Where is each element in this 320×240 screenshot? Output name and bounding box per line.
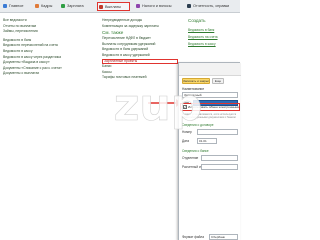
tab-label: Налоги и взносы: [142, 4, 172, 8]
tab-label: Выплаты: [105, 5, 122, 9]
tab-payments[interactable]: Выплаты: [97, 2, 130, 11]
staff-icon: [35, 4, 39, 8]
section-tab-bar: Главное Кадры Зарплата Выплаты Налоги и …: [0, 0, 240, 13]
number-label: Номер: [182, 130, 192, 134]
file-format-field[interactable]: Сбербанк: [209, 234, 238, 240]
account-field[interactable]: [201, 164, 238, 170]
bank-info-heading: Сведения о банке: [182, 149, 209, 153]
payments-icon: [99, 5, 103, 9]
more-button[interactable]: Еще: [212, 78, 224, 84]
tab-label: Отчетность, справки: [193, 4, 230, 8]
payments-links-left: Все ведомости Отчеты по выплатам Займы, …: [3, 18, 98, 77]
division-label: Отделение: [182, 156, 199, 160]
tab-staff[interactable]: Кадры: [34, 2, 52, 11]
create-bank-statement-link[interactable]: Ведомость в банк: [188, 28, 214, 32]
link-loans-transfers[interactable]: Займы, перечисления: [3, 29, 98, 35]
date-label: Дата: [182, 139, 190, 143]
tab-label: Кадры: [41, 4, 53, 8]
salary-icon: [61, 4, 65, 8]
reports-icon: [187, 4, 191, 8]
date-field[interactable]: 01.01: [197, 138, 217, 144]
taxes-icon: [136, 4, 140, 8]
watermark-text: zup: [114, 80, 202, 130]
file-format-label: Формат файла: [182, 235, 205, 239]
tab-label: Главное: [9, 4, 24, 8]
tab-salary[interactable]: Зарплата: [60, 2, 84, 11]
tab-taxes[interactable]: Налоги и взносы: [135, 2, 172, 11]
tab-label: Зарплата: [67, 4, 84, 8]
division-field[interactable]: [201, 155, 238, 161]
create-heading: Создать: [188, 18, 206, 23]
zup-watermark: zup: [113, 80, 202, 130]
create-cash-statement-link[interactable]: Ведомость в кассу: [188, 42, 216, 46]
create-account-statement-link[interactable]: Ведомость на счета: [188, 35, 218, 39]
see-also-heading: См. также: [102, 30, 124, 36]
payments-links-middle: Непредвиденные доходы Компенсация за зад…: [102, 18, 178, 81]
dialog-header: [179, 63, 241, 76]
home-icon: [3, 4, 7, 8]
tab-reports[interactable]: Отчетность, справки: [186, 2, 229, 11]
link-payment-docs[interactable]: Документы о выплатах: [3, 71, 98, 77]
tab-main[interactable]: Главное: [2, 2, 24, 11]
